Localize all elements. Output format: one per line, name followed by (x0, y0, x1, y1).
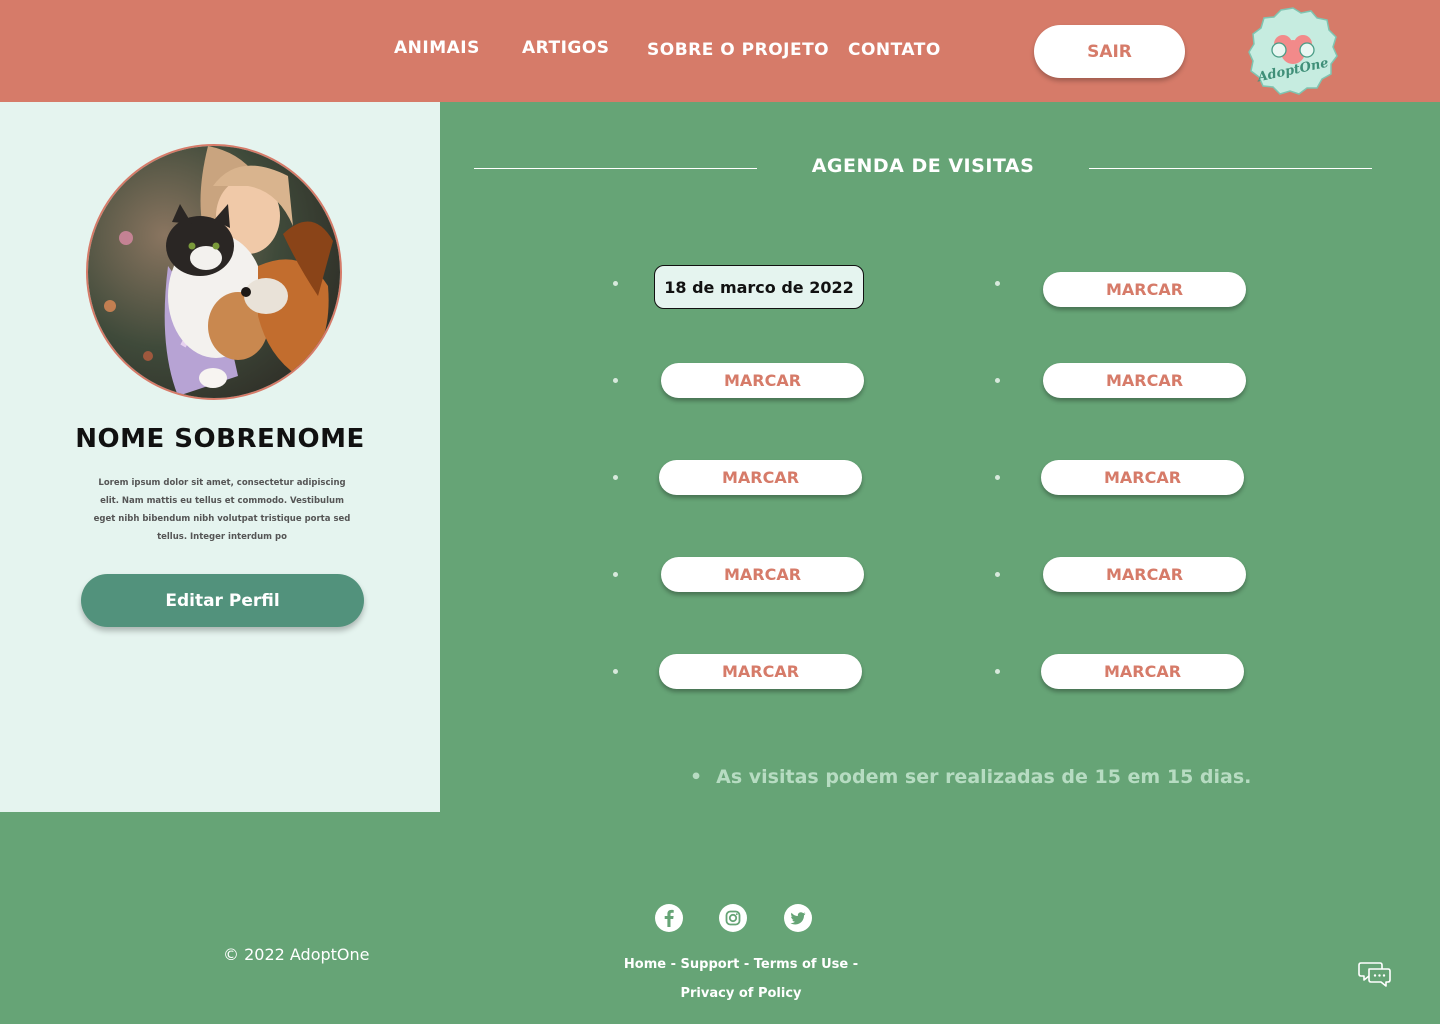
schedule-button[interactable]: MARCAR (659, 460, 862, 495)
slot-bullet (995, 378, 1000, 383)
visit-frequency-note: • As visitas podem ser realizadas de 15 e… (690, 766, 1251, 788)
nav-sobre-o-projeto[interactable]: SOBRE O PROJETO (647, 40, 829, 60)
slot-bullet (613, 281, 618, 286)
footer-links: Home - Support - Terms of Use - Privacy … (623, 957, 859, 1001)
twitter-icon[interactable] (784, 904, 812, 932)
profile-name: NOME SOBRENOME (75, 424, 365, 454)
schedule-button[interactable]: MARCAR (659, 654, 862, 689)
schedule-button[interactable]: MARCAR (1041, 460, 1244, 495)
footer-link-home[interactable]: Home (624, 957, 666, 972)
footer-link-privacy[interactable]: Privacy of Policy (680, 986, 801, 1001)
chat-icon[interactable] (1358, 960, 1392, 988)
nav-artigos[interactable]: ARTIGOS (522, 38, 610, 58)
agenda-divider-left (474, 168, 757, 169)
slot-bullet (613, 572, 618, 577)
schedule-button[interactable]: MARCAR (1043, 557, 1246, 592)
note-bullet: • (690, 766, 703, 788)
slot-bullet (995, 669, 1000, 674)
schedule-button[interactable]: MARCAR (1043, 363, 1246, 398)
profile-photo (88, 146, 340, 398)
slot-bullet (995, 475, 1000, 480)
nav-animais[interactable]: ANIMAIS (394, 38, 480, 58)
visit-note-text: As visitas podem ser realizadas de 15 em… (716, 766, 1252, 788)
schedule-button[interactable]: MARCAR (661, 363, 864, 398)
agenda-title: AGENDA DE VISITAS (811, 155, 1035, 177)
slot-bullet (995, 281, 1000, 286)
profile-bio: Lorem ipsum dolor sit amet, consectetur … (93, 478, 351, 542)
instagram-icon[interactable] (719, 904, 747, 932)
edit-profile-button[interactable]: Editar Perfil (81, 574, 364, 627)
copyright: © 2022 AdoptOne (223, 945, 370, 964)
facebook-icon[interactable] (655, 904, 683, 932)
schedule-button[interactable]: MARCAR (661, 557, 864, 592)
agenda-divider-right (1089, 168, 1372, 169)
slot-bullet (995, 572, 1000, 577)
footer-link-support[interactable]: Support (681, 957, 740, 972)
footer-link-terms[interactable]: Terms of Use (754, 957, 848, 972)
schedule-button[interactable]: MARCAR (1043, 272, 1246, 307)
profile-sidebar: NOME SOBRENOME Lorem ipsum dolor sit ame… (0, 102, 440, 812)
slot-bullet (613, 669, 618, 674)
schedule-button[interactable]: MARCAR (1041, 654, 1244, 689)
adoptone-logo[interactable]: AdoptOne (1247, 6, 1339, 96)
header: ANIMAIS ARTIGOS SOBRE O PROJETO CONTATO … (0, 0, 1440, 102)
nav-contato[interactable]: CONTATO (848, 40, 941, 60)
selected-date-field[interactable]: 18 de marco de 2022 (654, 265, 864, 309)
logout-button[interactable]: SAIR (1034, 25, 1185, 78)
slot-bullet (613, 378, 618, 383)
slot-bullet (613, 475, 618, 480)
avatar (86, 144, 342, 400)
